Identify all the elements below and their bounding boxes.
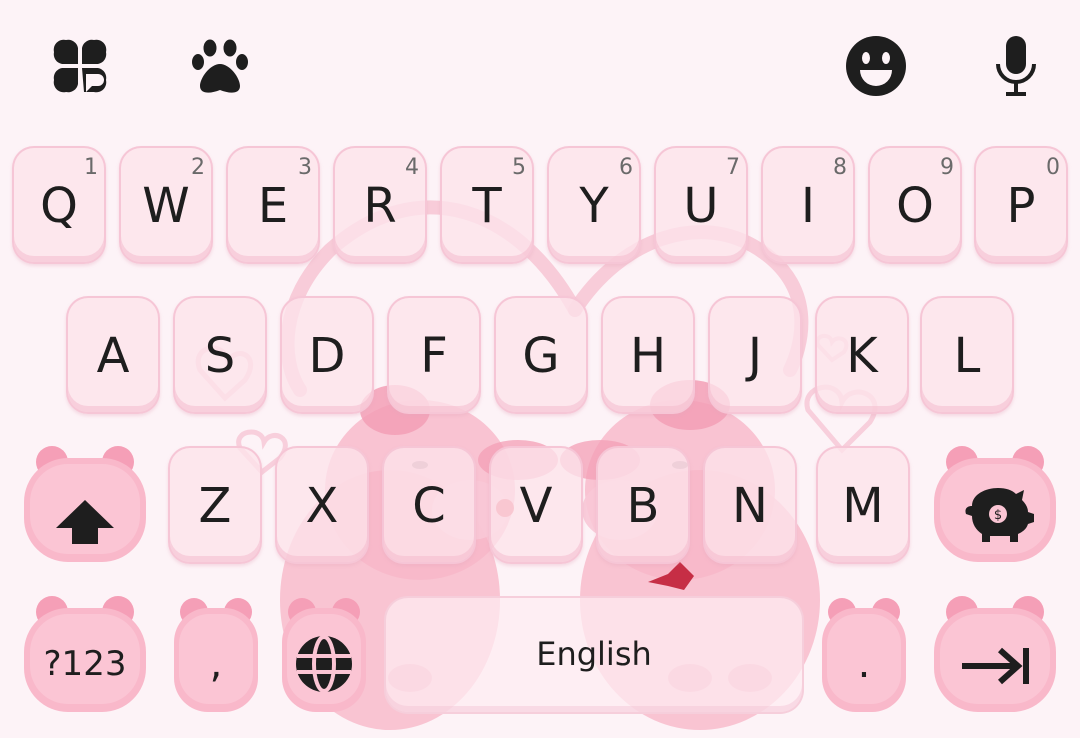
key-o[interactable]: 9O [868,146,962,264]
key-m[interactable]: M [816,446,910,564]
language-switch-key[interactable] [280,596,368,714]
key-j[interactable]: J [708,296,802,414]
key-e[interactable]: 3E [226,146,320,264]
comma-key[interactable]: , [172,596,260,714]
key-p[interactable]: 0P [974,146,1068,264]
svg-text:$: $ [994,508,1002,523]
key-y[interactable]: 6Y [547,146,641,264]
key-q[interactable]: 1Q [12,146,106,264]
key-t[interactable]: 5T [440,146,534,264]
key-c[interactable]: C [382,446,476,564]
key-b[interactable]: B [596,446,690,564]
suggestion-toolbar [0,0,1080,130]
shift-arrow-icon [56,500,114,544]
key-a[interactable]: A [66,296,160,414]
key-s[interactable]: S [173,296,267,414]
symbols-key[interactable]: ?123 [22,596,148,714]
period-key[interactable]: . [820,596,908,714]
key-k[interactable]: K [815,296,909,414]
key-l[interactable]: L [920,296,1014,414]
space-bar[interactable]: English [384,596,804,714]
key-n[interactable]: N [703,446,797,564]
key-u[interactable]: 7U [654,146,748,264]
key-f[interactable]: F [387,296,481,414]
piggy-bank-icon: $ [965,488,1034,542]
key-x[interactable]: X [275,446,369,564]
key-i[interactable]: 8I [761,146,855,264]
tab-arrow-icon [962,647,1029,685]
key-h[interactable]: H [601,296,695,414]
key-d[interactable]: D [280,296,374,414]
paw-icon[interactable] [188,34,252,98]
emoji-icon[interactable] [844,34,908,98]
key-r[interactable]: 4R [333,146,427,264]
backspace-key[interactable]: $ [932,446,1058,564]
microphone-icon[interactable] [984,34,1048,98]
enter-key[interactable] [932,596,1058,714]
key-v[interactable]: V [489,446,583,564]
key-g[interactable]: G [494,296,588,414]
key-w[interactable]: 2W [119,146,213,264]
clover-icon[interactable] [48,34,112,98]
globe-icon [296,635,352,693]
key-z[interactable]: Z [168,446,262,564]
shift-key[interactable] [22,446,148,564]
